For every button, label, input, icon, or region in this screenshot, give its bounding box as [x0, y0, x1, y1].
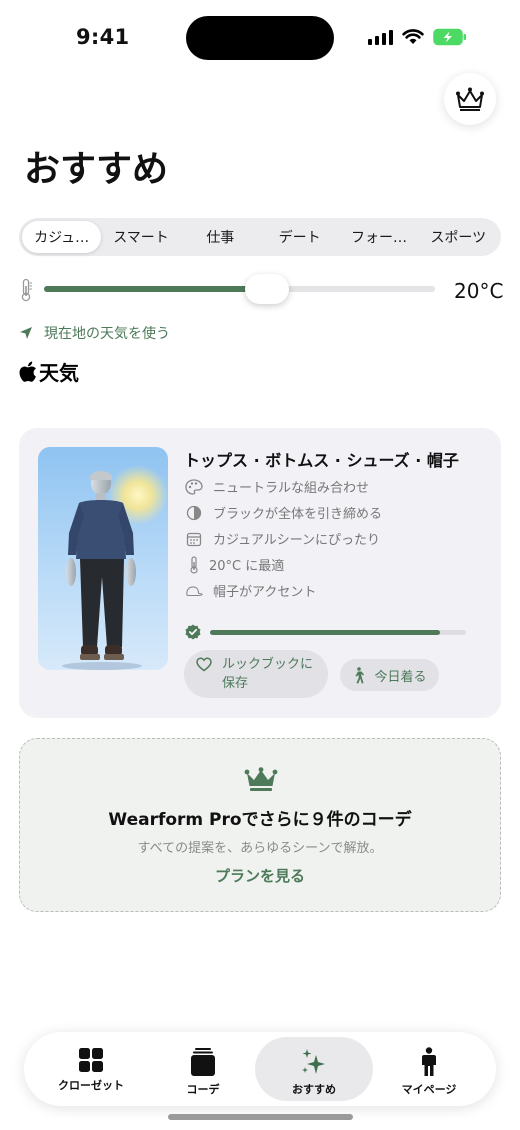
outfit-title: トップス · ボトムス · シューズ · 帽子 [184, 451, 459, 470]
apple-logo-icon [19, 361, 36, 382]
feature-text: 帽子がアクセント [213, 585, 317, 600]
segment-sports[interactable]: スポーツ [419, 221, 498, 253]
tab-label: おすすめ [292, 1083, 336, 1096]
weather-attribution[interactable]: 天気 [18, 357, 79, 386]
walking-person-icon [355, 666, 365, 683]
view-plans-link[interactable]: プランを見る [20, 865, 500, 886]
tab-closet[interactable]: クローゼット [32, 1037, 150, 1101]
feature-text: 20°C に最適 [209, 559, 285, 574]
dynamic-island [186, 16, 334, 60]
page-title: おすすめ [24, 149, 169, 190]
pro-title: Wearform Proでさらに９件のコーデ [108, 810, 412, 830]
occasion-segmented-control: カジュ… スマート 仕事 デート フォー… スポーツ [19, 218, 501, 256]
tab-recommend[interactable]: おすすめ [255, 1037, 373, 1101]
save-to-lookbook-label: ルックブックに保存 [222, 657, 314, 691]
verified-badge-icon [185, 624, 201, 640]
pro-subtitle: すべての提案を、あらゆるシーンで解放。 [137, 841, 383, 856]
outfit-card[interactable]: トップス · ボトムス · シューズ · 帽子 ニュートラルな組み合わせ ブラッ… [19, 428, 501, 718]
pro-upsell-card: Wearform Proでさらに９件のコーデ すべての提案を、あらゆるシーンで解… [19, 738, 501, 912]
wear-today-button[interactable]: 今日着る [340, 659, 439, 691]
segment-date[interactable]: デート [260, 221, 339, 253]
contrast-icon [186, 505, 202, 520]
crown-icon [456, 87, 484, 111]
tab-mypage[interactable]: マイページ [370, 1037, 488, 1101]
temperature-slider-fill [44, 286, 267, 292]
temperature-slider-knob[interactable] [244, 274, 289, 304]
person-icon [422, 1047, 436, 1076]
tab-outfits[interactable]: コーデ [144, 1037, 262, 1101]
wifi-icon [402, 29, 424, 44]
status-time: 9:41 [76, 25, 130, 49]
tab-label: マイページ [401, 1083, 457, 1096]
status-icons [368, 28, 467, 46]
heart-icon [196, 657, 212, 672]
use-current-location-label: 現在地の天気を使う [44, 326, 170, 342]
segment-formal[interactable]: フォー… [339, 221, 418, 253]
feature-row: ブラックが全体を引き締める [185, 503, 382, 522]
match-score-bar [210, 630, 466, 635]
feature-text: カジュアルシーンにぴったり [213, 533, 381, 548]
tab-label: クローゼット [58, 1079, 124, 1092]
tab-label: コーデ [186, 1083, 220, 1096]
segment-casual[interactable]: カジュ… [22, 221, 102, 253]
feature-row: ニュートラルな組み合わせ [185, 477, 369, 496]
cellular-signal-icon [368, 29, 393, 45]
cap-icon [186, 585, 203, 596]
feature-row: カジュアルシーンにぴったり [185, 529, 380, 548]
location-arrow-icon [20, 327, 32, 339]
feature-row: 帽子がアクセント [185, 581, 316, 600]
segment-work[interactable]: 仕事 [181, 221, 260, 253]
premium-crown-button[interactable] [444, 73, 496, 125]
feature-text: ブラックが全体を引き締める [213, 507, 383, 522]
thermometer-icon [21, 278, 32, 302]
home-indicator [168, 1114, 353, 1120]
crown-icon [244, 767, 278, 791]
temperature-value: 20°C [454, 279, 504, 303]
use-current-location-button[interactable]: 現在地の天気を使う [19, 323, 170, 343]
thermometer-icon [190, 555, 198, 574]
feature-text: ニュートラルな組み合わせ [213, 481, 370, 496]
battery-charging-icon [433, 28, 466, 46]
save-to-lookbook-button[interactable]: ルックブックに保存 [184, 650, 328, 698]
segment-smart[interactable]: スマート [101, 221, 180, 253]
sparkles-icon [302, 1049, 325, 1074]
outfit-figure-image [38, 447, 168, 670]
feature-row: 20°C に最適 [185, 555, 284, 574]
wear-today-label: 今日着る [374, 669, 427, 685]
grid-icon [79, 1048, 103, 1072]
calendar-icon [186, 532, 202, 546]
match-score-fill [210, 630, 441, 635]
weather-brand-label: 天気 [39, 361, 79, 385]
stack-icon [191, 1048, 215, 1076]
palette-icon [185, 478, 203, 495]
temperature-slider[interactable] [44, 274, 435, 304]
tab-bar: クローゼット コーデ おすすめ マイページ [24, 1032, 496, 1106]
status-bar: 9:41 [0, 0, 520, 76]
